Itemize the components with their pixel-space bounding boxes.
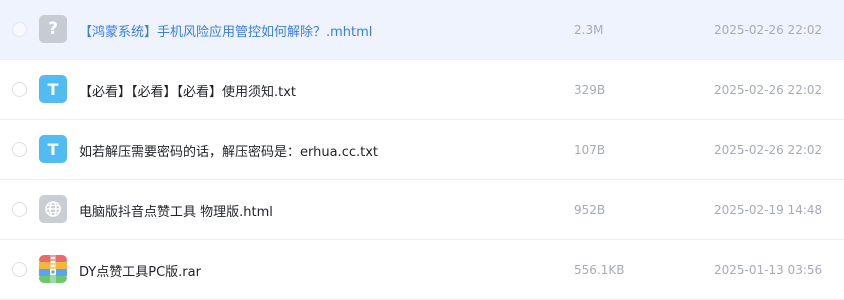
web-file-icon — [39, 195, 67, 223]
file-date: 2025-02-19 14:48 — [714, 203, 823, 217]
row-checkbox[interactable] — [12, 202, 27, 217]
text-file-icon: T — [39, 135, 67, 163]
file-name[interactable]: 【鸿蒙系统】手机风险应用管控如何解除？.mhtml — [79, 0, 372, 60]
file-date: 2025-02-26 22:02 — [714, 23, 823, 37]
row-checkbox[interactable] — [12, 142, 27, 157]
file-date: 2025-01-13 03:56 — [714, 263, 823, 277]
file-size: 2.3M — [574, 23, 604, 37]
row-checkbox[interactable] — [12, 22, 27, 37]
text-file-icon: T — [39, 75, 67, 103]
text-glyph: T — [47, 79, 59, 99]
file-date: 2025-02-26 22:02 — [714, 83, 823, 97]
text-glyph: T — [47, 139, 59, 159]
zip-archive-icon — [39, 255, 67, 283]
question-mark-glyph: ? — [48, 19, 58, 39]
file-size: 556.1KB — [574, 263, 625, 277]
file-row[interactable]: DY点赞工具PC版.rar 556.1KB 2025-01-13 03:56 — [0, 240, 844, 300]
file-row[interactable]: ? 【鸿蒙系统】手机风险应用管控如何解除？.mhtml 2.3M 2025-02… — [0, 0, 844, 60]
row-checkbox[interactable] — [12, 262, 27, 277]
file-row[interactable]: 电脑版抖音点赞工具 物理版.html 952B 2025-02-19 14:48 — [0, 180, 844, 240]
file-name[interactable]: 如若解压需要密码的话，解压密码是：erhua.cc.txt — [79, 120, 378, 180]
file-name[interactable]: 电脑版抖音点赞工具 物理版.html — [79, 180, 273, 240]
file-row[interactable]: T 【必看】【必看】【必看】使用须知.txt 329B 2025-02-26 2… — [0, 60, 844, 120]
file-name[interactable]: DY点赞工具PC版.rar — [79, 240, 201, 300]
globe-icon — [45, 201, 61, 217]
unknown-file-icon: ? — [39, 15, 67, 43]
file-size: 952B — [574, 203, 606, 217]
file-row[interactable]: T 如若解压需要密码的话，解压密码是：erhua.cc.txt 107B 202… — [0, 120, 844, 180]
file-size: 107B — [574, 143, 606, 157]
file-size: 329B — [574, 83, 606, 97]
file-name[interactable]: 【必看】【必看】【必看】使用须知.txt — [79, 60, 296, 120]
file-date: 2025-02-26 22:02 — [714, 143, 823, 157]
file-list: ? 【鸿蒙系统】手机风险应用管控如何解除？.mhtml 2.3M 2025-02… — [0, 0, 844, 300]
row-checkbox[interactable] — [12, 82, 27, 97]
archive-file-icon — [39, 255, 67, 283]
